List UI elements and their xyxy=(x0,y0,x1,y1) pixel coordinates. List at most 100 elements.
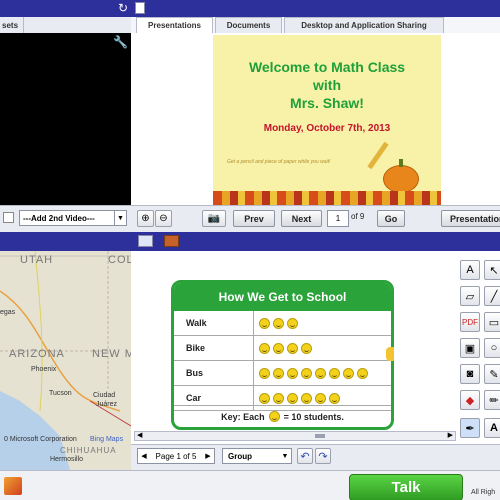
line-tool-icon[interactable]: ╱ xyxy=(484,286,500,306)
slide-date: Monday, October 7th, 2013 xyxy=(263,123,391,134)
pumpkin-illustration xyxy=(383,165,419,193)
eraser-tool-icon[interactable]: ▱ xyxy=(460,286,480,306)
video-checkbox[interactable] xyxy=(3,212,14,223)
map-label-arizona: ARIZONA xyxy=(9,348,65,360)
font-tool-icon[interactable]: A xyxy=(484,418,500,438)
smiley-icon xyxy=(287,392,298,404)
smiley-icon xyxy=(301,392,312,404)
video-tabs-strip: sets xyxy=(0,17,131,33)
map-area[interactable]: UTAH COL egas ARIZONA NEW M Phoenix Tucs… xyxy=(0,251,131,470)
presentation-title-bar xyxy=(131,0,500,17)
pumpkin-stem xyxy=(399,159,403,167)
image-icon[interactable] xyxy=(138,235,153,247)
map-label-phoenix: Phoenix xyxy=(31,366,57,373)
camera-tool-icon[interactable]: ◙ xyxy=(460,364,480,384)
chart-rows: Walk Bike Bus Car xyxy=(174,311,391,411)
prev-button[interactable]: Prev xyxy=(233,210,275,227)
smiley-icon xyxy=(259,392,270,404)
school-chart: How We Get to School Walk Bike Bus Car Key:… xyxy=(171,280,394,430)
pen-tool-icon[interactable]: ✎ xyxy=(484,364,500,384)
group-select[interactable]: Group ▼ xyxy=(222,448,292,464)
wrench-icon[interactable]: 🔧 xyxy=(113,35,128,49)
smiley-icon xyxy=(301,342,312,354)
add-video-label: ---Add 2nd Video--- xyxy=(23,213,95,223)
chevron-down-icon[interactable]: ▼ xyxy=(114,211,126,225)
horizontal-scrollbar[interactable]: ◀ ▶ xyxy=(134,431,456,441)
smiley-icon xyxy=(315,367,326,379)
tab-desktop-sharing[interactable]: Desktop and Application Sharing xyxy=(284,17,444,33)
bing-maps-link[interactable]: Bing Maps xyxy=(90,436,123,443)
fill-tool-icon[interactable]: ◆ xyxy=(460,390,480,410)
page-next-icon[interactable]: ▶ xyxy=(202,452,214,460)
document-icon[interactable] xyxy=(135,2,145,14)
app-root: ↻ sets 🔧 ---Add 2nd Video--- ▼ Presentat… xyxy=(0,0,500,500)
whiteboard-title-bar xyxy=(131,232,500,251)
undo-icon[interactable]: ↶ xyxy=(297,448,313,464)
chevron-down-icon[interactable]: ▼ xyxy=(279,449,291,463)
zoom-in-icon[interactable]: ⊕ xyxy=(137,210,154,227)
refresh-icon[interactable]: ↻ xyxy=(118,1,128,15)
presentation-button[interactable]: Presentation xyxy=(441,210,500,227)
slide: Welcome to Math Class with Mrs. Shaw! Mo… xyxy=(213,35,441,205)
chart-row: Bike xyxy=(174,336,391,361)
key-prefix: Key: Each xyxy=(221,411,265,422)
page-prev-icon[interactable]: ◀ xyxy=(138,452,150,460)
map-title-bar xyxy=(0,232,131,251)
page-indicator: Page 1 of 5 xyxy=(155,451,197,461)
slide-title-line1: Welcome to Math Class xyxy=(248,59,406,75)
group-label: Group xyxy=(228,451,252,461)
chart-row-smileys xyxy=(254,342,315,354)
image-tool-icon[interactable]: ▣ xyxy=(460,338,480,358)
chart-row-label: Walk xyxy=(174,311,254,335)
page-of-label: of 9 xyxy=(351,212,365,221)
smiley-icon xyxy=(329,367,340,379)
chart-row-smileys xyxy=(254,392,343,404)
scroll-left-icon[interactable]: ◀ xyxy=(137,431,142,439)
map-label-ciudad: Ciudad xyxy=(93,392,116,399)
slide-note: Get a pencil and piece of paper while yo… xyxy=(227,159,331,165)
tab-sets[interactable]: sets xyxy=(0,17,24,33)
resize-handle[interactable] xyxy=(386,347,394,361)
video-area: 🔧 xyxy=(0,33,131,205)
rectangle-tool-icon[interactable]: ▭ xyxy=(484,312,500,332)
smiley-icon xyxy=(259,342,270,354)
add-2nd-video-select[interactable]: ---Add 2nd Video--- ▼ xyxy=(19,210,127,226)
chart-row: Walk xyxy=(174,311,391,336)
chart-row: Bus xyxy=(174,361,391,386)
app-logo xyxy=(4,477,22,495)
smiley-icon xyxy=(343,367,354,379)
smiley-key-icon xyxy=(268,411,280,422)
film-icon[interactable] xyxy=(164,235,179,247)
smiley-icon xyxy=(301,367,312,379)
map-copyright: 0 Microsoft Corporation xyxy=(4,436,77,443)
map-label-tucson: Tucson xyxy=(49,390,72,397)
map-label-newm: NEW M xyxy=(92,348,131,360)
smiley-icon xyxy=(273,342,284,354)
pdf-tool-icon[interactable]: PDF xyxy=(460,312,480,332)
text-tool-icon[interactable]: A xyxy=(460,260,480,280)
slide-title-line3: Mrs. Shaw! xyxy=(290,95,364,111)
tab-documents[interactable]: Documents xyxy=(215,17,282,33)
page-number-input[interactable]: 1 xyxy=(327,210,349,227)
smiley-icon xyxy=(259,317,270,329)
talk-button[interactable]: Talk xyxy=(349,474,463,500)
zoom-out-icon[interactable]: ⊖ xyxy=(155,210,172,227)
scroll-thumb[interactable] xyxy=(315,434,325,438)
ellipse-tool-icon[interactable]: ○ xyxy=(484,338,500,358)
camera-icon[interactable]: 📷 xyxy=(202,210,226,227)
smiley-icon xyxy=(273,317,284,329)
chart-row-label: Bike xyxy=(174,336,254,360)
color-picker-icon[interactable]: ✒ xyxy=(460,418,480,438)
go-button[interactable]: Go xyxy=(377,210,405,227)
smiley-icon xyxy=(273,367,284,379)
smiley-icon xyxy=(287,367,298,379)
scroll-right-icon[interactable]: ▶ xyxy=(448,431,453,439)
highlighter-tool-icon[interactable]: ✏ xyxy=(484,390,500,410)
pointer-tool-icon[interactable]: ↖ xyxy=(484,260,500,280)
redo-icon[interactable]: ↷ xyxy=(315,448,331,464)
tab-presentations[interactable]: Presentations xyxy=(136,17,213,33)
key-suffix: = 10 students. xyxy=(283,411,344,422)
chart-key: Key: Each = 10 students. xyxy=(174,405,391,427)
next-button[interactable]: Next xyxy=(281,210,322,227)
map-label-hermosillo: Hermosillo xyxy=(50,456,84,463)
